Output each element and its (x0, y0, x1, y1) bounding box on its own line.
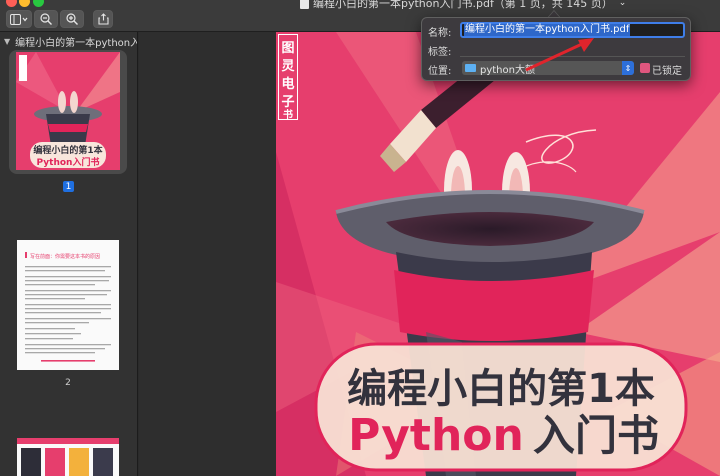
svg-text:灵: 灵 (281, 59, 295, 74)
zoom-out-icon (40, 13, 52, 25)
zoom-in-icon (66, 13, 78, 25)
tags-label: 标签: (428, 47, 452, 58)
share-icon (97, 13, 109, 25)
location-label: 位置: (428, 66, 452, 77)
svg-text:书: 书 (283, 108, 293, 121)
page-number-label: 2 (65, 378, 71, 388)
zoom-out-button[interactable] (34, 10, 58, 28)
svg-text:Python入门书: Python入门书 (37, 156, 100, 168)
locked-label: 已锁定 (652, 66, 682, 77)
cover-title-python: Python (348, 410, 524, 461)
cover-title-rest: 入门书 (533, 411, 659, 460)
svg-text:子: 子 (281, 95, 294, 110)
sidebar-header[interactable]: ▼ 编程小白的第一本python入门书... (0, 32, 137, 50)
zoom-in-button[interactable] (60, 10, 84, 28)
document-view[interactable]: 图 灵 电 子 书 编程小白的第1本 Python 入门书 (139, 32, 720, 476)
svg-text:编程小白的第1本: 编程小白的第1本 (33, 144, 103, 156)
annotation-arrow-icon (525, 38, 594, 72)
zoom-window-button[interactable] (33, 0, 44, 7)
svg-text:写在前面：你需要这本书的原因: 写在前面：你需要这本书的原因 (30, 253, 100, 260)
disclosure-triangle-icon[interactable]: ▼ (4, 37, 10, 46)
sidebar-toggle-button[interactable] (6, 10, 32, 28)
folder-icon (465, 64, 476, 72)
page-2-thumbnail-image: 写在前面：你需要这本书的原因 (17, 240, 119, 370)
minimize-window-button[interactable] (19, 0, 30, 7)
chevron-updown-icon[interactable]: ⇕ (622, 61, 634, 75)
preview-window: 编程小白的第一本python入门书.pdf（第 1 页，共 145 页） ⌄ ▼… (0, 0, 720, 476)
chevron-down-icon[interactable]: ⌄ (619, 0, 627, 8)
cover-thumbnail-image: 编程小白的第1本 Python入门书 (16, 52, 120, 170)
page-3-thumbnail-image (17, 438, 119, 476)
window-title[interactable]: 编程小白的第一本python入门书.pdf（第 1 页，共 145 页） ⌄ (300, 0, 626, 10)
share-button[interactable] (93, 10, 113, 28)
sidebar-icon (10, 13, 28, 25)
pdf-page-cover: 图 灵 电 子 书 编程小白的第1本 Python 入门书 (276, 32, 720, 476)
close-window-button[interactable] (6, 0, 17, 7)
svg-text:电: 电 (281, 76, 294, 92)
document-icon (300, 0, 309, 9)
thumbnail-sidebar: ▼ 编程小白的第一本python入门书... 编程小白的第1本 Python入门… (0, 32, 138, 476)
page-thumbnail-1[interactable]: 编程小白的第1本 Python入门书 (16, 52, 120, 170)
cover-title-line-1: 编程小白的第1本 (347, 366, 655, 412)
page-thumbnail-3[interactable] (17, 438, 119, 476)
page-thumbnail-2[interactable]: 写在前面：你需要这本书的原因 (17, 240, 119, 370)
svg-text:图: 图 (281, 41, 294, 56)
window-title-text: 编程小白的第一本python入门书.pdf（第 1 页，共 145 页） (313, 0, 613, 10)
name-input-value[interactable]: 编程小白的第一本python入门书.pdf (464, 24, 631, 36)
sidebar-document-title: 编程小白的第一本python入门书... (15, 37, 137, 49)
name-label: 名称: (428, 28, 452, 39)
cover-illustration: 图 灵 电 子 书 编程小白的第1本 Python 入门书 (276, 32, 720, 476)
page-number-badge: 1 (63, 181, 74, 192)
locked-checkbox[interactable] (640, 63, 650, 73)
